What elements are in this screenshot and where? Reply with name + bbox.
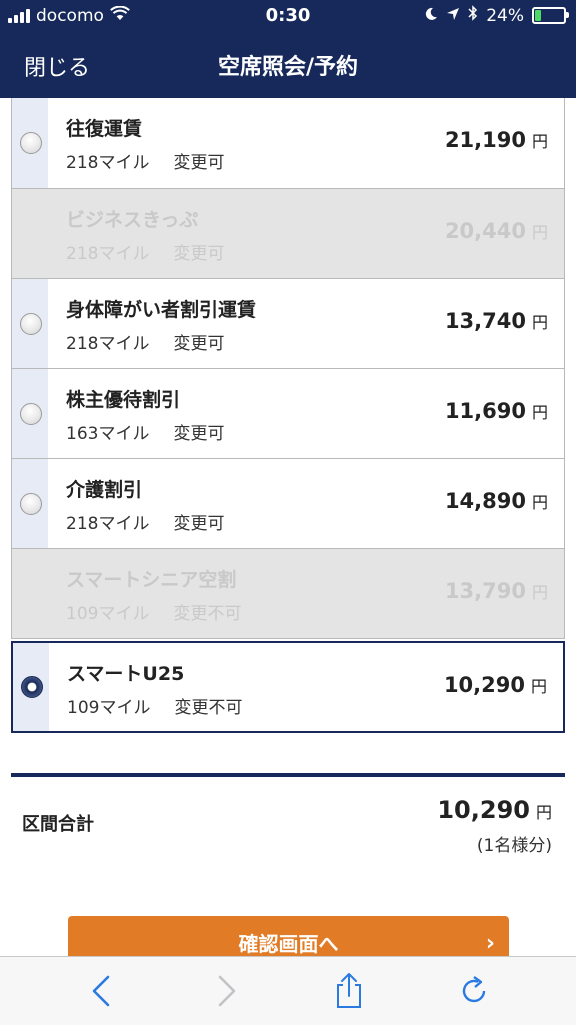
fare-miles: 218マイル (66, 153, 150, 173)
moon-icon (424, 6, 438, 26)
battery-percent: 24% (486, 5, 524, 26)
total-label: 区間合計 (22, 814, 94, 835)
fare-option-smart-senior: スマートシニア空割 109マイル 変更不可 13,790 円 (11, 549, 565, 639)
currency-unit: 円 (531, 223, 548, 242)
fare-miles: 218マイル (66, 244, 150, 264)
currency-unit: 円 (531, 132, 548, 151)
nav-header: 閉じる 空席照会/予約 (0, 34, 576, 98)
radio-button[interactable] (20, 492, 42, 515)
fare-price: 11,690 (444, 399, 526, 423)
confirm-label: 確認画面へ (238, 932, 339, 956)
fare-name: 株主優待割引 (66, 389, 181, 411)
reload-icon[interactable] (454, 971, 494, 1011)
fare-option-shareholder[interactable]: 株主優待割引 163マイル 変更可 11,690 円 (11, 369, 565, 459)
currency-unit: 円 (531, 403, 548, 422)
fare-miles: 163マイル (66, 424, 150, 444)
fare-name: スマートシニア空割 (66, 569, 237, 591)
fare-miles: 109マイル (67, 698, 151, 718)
browser-toolbar (0, 956, 576, 1025)
fare-option-caregiver[interactable]: 介護割引 218マイル 変更可 14,890 円 (11, 459, 565, 549)
section-divider (11, 773, 565, 777)
fare-change-rule: 変更可 (173, 334, 225, 354)
radio-button[interactable] (20, 402, 42, 425)
total-price: 10,290 (437, 796, 530, 824)
fare-name: 介護割引 (66, 479, 143, 501)
fare-option-business: ビジネスきっぷ 218マイル 変更可 20,440 円 (11, 189, 565, 279)
fare-price: 20,440 (444, 219, 526, 243)
status-bar: docomo 0:30 24% (0, 0, 576, 34)
fare-price: 14,890 (444, 489, 526, 513)
back-icon[interactable] (82, 971, 122, 1011)
fare-change-rule: 変更可 (173, 514, 225, 534)
radio-button-selected[interactable] (21, 676, 43, 698)
fare-miles: 109マイル (66, 604, 150, 624)
currency-unit: 円 (531, 583, 548, 602)
page-title: 空席照会/予約 (217, 55, 359, 80)
fare-option-disability[interactable]: 身体障がい者割引運賃 218マイル 変更可 13,740 円 (11, 279, 565, 369)
battery-icon (532, 7, 569, 24)
fare-change-rule: 変更可 (173, 153, 225, 173)
forward-icon[interactable] (206, 971, 246, 1011)
fare-option-round-trip[interactable]: 往復運賃 218マイル 変更可 21,190 円 (11, 98, 565, 189)
total-note: (1名様分) (476, 836, 552, 856)
currency-unit: 円 (530, 677, 547, 696)
fare-name: 身体障がい者割引運賃 (66, 299, 257, 321)
currency-unit: 円 (531, 313, 548, 332)
fare-price: 10,290 (443, 673, 525, 697)
fare-change-rule: 変更可 (173, 244, 225, 264)
fare-change-rule: 変更不可 (174, 698, 243, 718)
fare-option-smart-u25[interactable]: スマートU25 109マイル 変更不可 10,290 円 (11, 641, 565, 733)
fare-change-rule: 変更不可 (173, 604, 242, 624)
bluetooth-icon (468, 5, 478, 26)
currency-unit: 円 (531, 493, 548, 512)
radio-button[interactable] (20, 312, 42, 335)
fare-miles: 218マイル (66, 514, 150, 534)
fare-list: 往復運賃 218マイル 変更可 21,190 円 ビジネスきっぷ 218マイル 変更可… (11, 98, 565, 733)
fare-price: 21,190 (444, 128, 526, 152)
share-icon[interactable] (329, 971, 369, 1011)
fare-miles: 218マイル (66, 334, 150, 354)
fare-name: ビジネスきっぷ (66, 209, 199, 231)
location-arrow-icon (446, 6, 460, 26)
fare-name: 往復運賃 (66, 118, 143, 140)
fare-price: 13,790 (444, 579, 526, 603)
fare-price: 13,740 (444, 309, 526, 333)
fare-name: スマートU25 (67, 663, 185, 685)
radio-button[interactable] (20, 132, 42, 154)
currency-unit: 円 (535, 803, 552, 822)
fare-change-rule: 変更可 (173, 424, 225, 444)
